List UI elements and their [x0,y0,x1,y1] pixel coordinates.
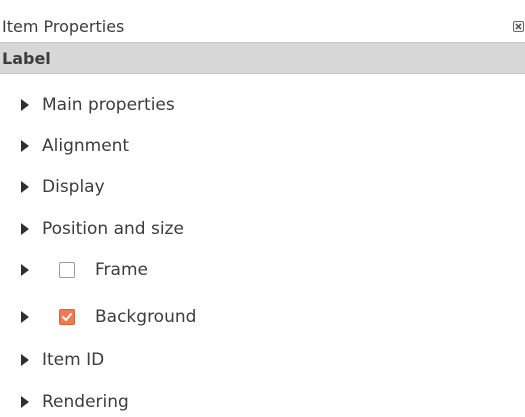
expand-arrow-icon[interactable] [21,181,29,193]
section-item-id[interactable]: Item ID [0,340,525,380]
expand-arrow-icon[interactable] [21,264,29,276]
frame-checkbox[interactable] [59,262,75,278]
background-checkbox[interactable] [59,309,75,325]
expand-arrow-icon[interactable] [21,354,29,366]
section-main-properties[interactable]: Main properties [0,85,525,125]
expand-arrow-icon[interactable] [21,140,29,152]
section-position-and-size[interactable]: Position and size [0,209,525,249]
section-label: Background [95,307,197,327]
expand-arrow-icon[interactable] [21,396,29,408]
item-type-label: Label [2,49,51,68]
panel-titlebar: Item Properties [0,0,525,40]
section-label: Display [42,177,105,197]
section-label: Frame [95,260,148,280]
close-icon[interactable] [513,21,524,32]
section-label: Position and size [42,219,184,239]
section-frame[interactable]: Frame [0,250,525,290]
expand-arrow-icon[interactable] [21,311,29,323]
panel-title: Item Properties [2,17,125,36]
section-display[interactable]: Display [0,168,525,208]
section-rendering[interactable]: Rendering [0,382,525,417]
section-label: Alignment [42,136,130,156]
expand-arrow-icon[interactable] [21,223,29,235]
section-alignment[interactable]: Alignment [0,126,525,166]
section-label: Rendering [42,392,129,412]
item-properties-panel: Item Properties Label Main properties Al… [0,0,525,417]
expand-arrow-icon[interactable] [21,99,29,111]
checkmark-icon [62,313,72,321]
section-label: Main properties [42,95,175,115]
item-type-header: Label [0,42,525,74]
section-background[interactable]: Background [0,297,525,337]
section-label: Item ID [42,350,105,370]
